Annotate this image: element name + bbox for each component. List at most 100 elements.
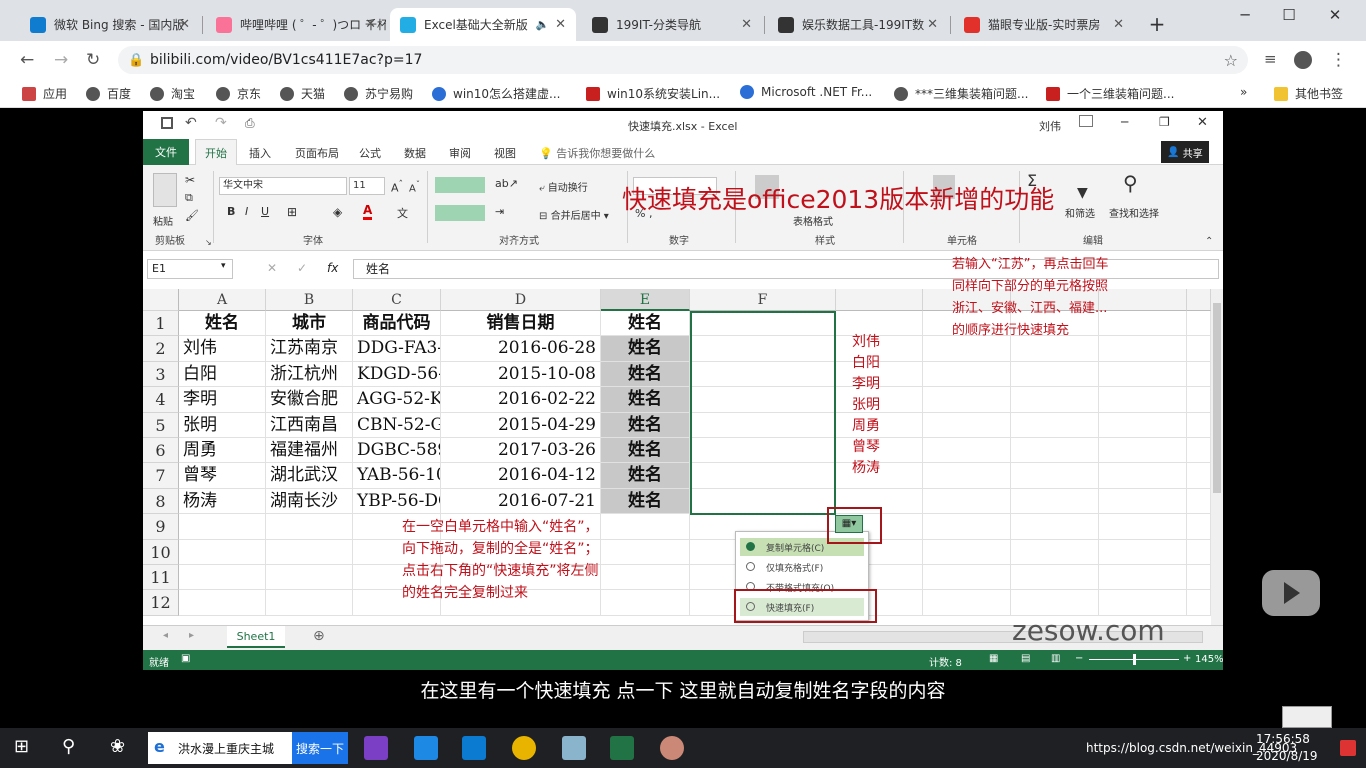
cell[interactable] xyxy=(1099,590,1187,616)
bilibili-play-icon[interactable] xyxy=(1262,570,1320,616)
cell[interactable] xyxy=(1187,311,1211,337)
tab-view[interactable]: 视图 xyxy=(494,145,516,161)
cell[interactable]: 姓名 xyxy=(601,438,690,464)
media-controls-icon[interactable]: ≡ xyxy=(1264,50,1277,68)
cell[interactable] xyxy=(179,539,266,565)
zoom-slider-thumb[interactable] xyxy=(1133,654,1136,665)
forward-button[interactable]: → xyxy=(54,50,68,70)
close-icon[interactable]: ✕ xyxy=(365,17,376,32)
cell[interactable]: 2017-03-26 xyxy=(441,438,601,464)
cell[interactable] xyxy=(923,590,1011,616)
cell[interactable] xyxy=(1099,514,1187,540)
cell[interactable] xyxy=(1011,463,1099,489)
cell[interactable]: YBP-56-DGA xyxy=(353,488,441,515)
app-icon[interactable] xyxy=(462,736,486,760)
taskbar-search-button[interactable]: 搜索一下 xyxy=(292,732,348,764)
save-icon[interactable] xyxy=(161,117,173,129)
visual-studio-icon[interactable] xyxy=(364,736,388,760)
minimize-button[interactable]: ─ xyxy=(1121,115,1128,129)
page-break-view-icon[interactable]: ▥ xyxy=(1051,653,1060,664)
align-top-icon[interactable] xyxy=(435,177,485,193)
cell[interactable]: 白阳 xyxy=(179,361,266,388)
tab-insert[interactable]: 插入 xyxy=(249,145,271,161)
row-header[interactable]: 8 xyxy=(143,488,179,515)
scroll-thumb[interactable] xyxy=(1213,303,1221,493)
row-header[interactable]: 10 xyxy=(143,539,179,565)
column-header[interactable]: E xyxy=(601,289,690,311)
vertical-scrollbar[interactable] xyxy=(1211,289,1223,625)
cell[interactable] xyxy=(690,311,836,337)
bookmark-taobao[interactable]: 淘宝 xyxy=(150,85,195,102)
cell[interactable]: KDGD-56-96 xyxy=(353,361,441,388)
cell[interactable]: 2015-04-29 xyxy=(441,412,601,438)
tab-199it[interactable]: 199IT-分类导航 ✕ xyxy=(582,8,762,41)
cell[interactable]: 姓名 xyxy=(601,488,690,515)
redo-icon[interactable]: ↷ xyxy=(215,115,227,131)
row-header[interactable]: 9 xyxy=(143,514,179,540)
insert-function-icon[interactable]: fx xyxy=(327,261,338,275)
row-header[interactable]: 5 xyxy=(143,412,179,438)
other-bookmarks[interactable]: 其他书签 xyxy=(1274,85,1343,102)
bold-icon[interactable]: B xyxy=(227,205,235,218)
cell[interactable] xyxy=(1011,488,1099,515)
grow-font-icon[interactable]: Aˆ xyxy=(391,179,403,195)
reload-button[interactable]: ↻ xyxy=(86,50,100,70)
cell[interactable]: 杨涛 xyxy=(179,488,266,515)
search-icon[interactable]: ⚲ xyxy=(62,736,75,757)
tab-formulas[interactable]: 公式 xyxy=(359,145,381,161)
align-left-icon[interactable] xyxy=(435,205,485,221)
undo-icon[interactable]: ↶ xyxy=(185,115,197,131)
cell[interactable] xyxy=(690,361,836,388)
tab-maoyan[interactable]: 猫眼专业版-实时票房 ✕ xyxy=(954,8,1134,41)
tab-excel-video[interactable]: Excel基础大全新版 🔈 ✕ xyxy=(390,8,576,41)
cell[interactable] xyxy=(690,438,836,464)
cell[interactable] xyxy=(923,412,1011,438)
bookmark-3d-container[interactable]: ***三维集装箱问题... xyxy=(894,85,1028,102)
cell[interactable] xyxy=(1099,438,1187,464)
cell[interactable] xyxy=(690,336,836,362)
cell[interactable]: 安徽合肥 xyxy=(266,387,353,413)
cell[interactable] xyxy=(1099,463,1187,489)
cell[interactable] xyxy=(266,539,353,565)
tab-page-layout[interactable]: 页面布局 xyxy=(295,145,339,161)
cell[interactable]: 姓名 xyxy=(601,361,690,388)
close-button[interactable]: ✕ xyxy=(1197,115,1208,130)
cell[interactable] xyxy=(690,488,836,515)
zoom-out-icon[interactable]: − xyxy=(1075,653,1083,664)
cancel-icon[interactable]: ✕ xyxy=(267,261,277,275)
tab-home[interactable]: 开始 xyxy=(195,139,237,165)
close-icon[interactable]: ✕ xyxy=(555,17,566,32)
cell[interactable]: 张明 xyxy=(179,412,266,438)
cell[interactable]: 江苏南京 xyxy=(266,336,353,362)
cell[interactable] xyxy=(1099,565,1187,591)
cell[interactable] xyxy=(1099,336,1187,362)
cell[interactable]: 2016-07-21 xyxy=(441,488,601,515)
cell[interactable] xyxy=(179,565,266,591)
format-painter-icon[interactable]: 🖌 xyxy=(185,209,199,222)
keyboard-icon[interactable] xyxy=(1282,706,1332,728)
share-button[interactable]: 👤 共享 xyxy=(1161,141,1209,163)
phonetic-icon[interactable]: 文 xyxy=(397,205,408,221)
cell[interactable]: DDG-FA3-98D xyxy=(353,336,441,362)
copy-icon[interactable]: ⧉ xyxy=(185,191,193,205)
zoom-in-icon[interactable]: + xyxy=(1183,653,1191,664)
select-all-corner[interactable] xyxy=(143,289,179,311)
maximize-button[interactable]: ☐ xyxy=(1274,6,1304,24)
italic-icon[interactable]: I xyxy=(245,205,248,218)
cell[interactable]: 福建福州 xyxy=(266,438,353,464)
close-icon[interactable]: ✕ xyxy=(179,17,190,32)
cell[interactable] xyxy=(923,361,1011,388)
cell[interactable]: 江西南昌 xyxy=(266,412,353,438)
cell[interactable]: 2016-02-22 xyxy=(441,387,601,413)
notepad-icon[interactable] xyxy=(562,736,586,760)
cell[interactable] xyxy=(1011,438,1099,464)
cell[interactable] xyxy=(1187,336,1211,362)
cell[interactable]: CBN-52-GLG xyxy=(353,412,441,438)
cell[interactable]: 2015-10-08 xyxy=(441,361,601,388)
column-header[interactable]: A xyxy=(179,289,266,311)
close-icon[interactable]: ✕ xyxy=(927,17,938,32)
cell[interactable]: 曾琴 xyxy=(179,463,266,489)
magnifier-icon[interactable]: ⚲ xyxy=(1123,171,1138,195)
cell[interactable] xyxy=(923,438,1011,464)
cell[interactable] xyxy=(601,514,690,540)
